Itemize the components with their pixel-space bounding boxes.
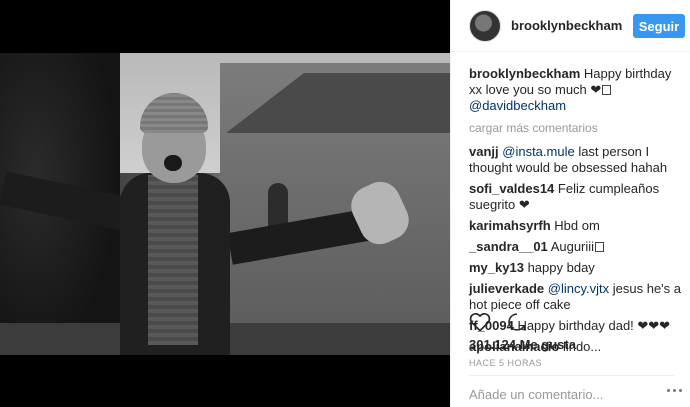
post-timestamp: HACE 5 HORAS — [469, 358, 543, 368]
comment-username[interactable]: sofi_valdes14 — [469, 181, 554, 196]
comment-item: karimahsyrfh Hbd om — [469, 218, 684, 234]
comment-item: julieverkade @lincy.vjtx jesus he's a ho… — [469, 281, 684, 313]
divider — [469, 375, 674, 376]
comment-username[interactable]: karimahsyrfh — [469, 218, 551, 233]
caption: brooklynbeckham Happy birthday xx love y… — [469, 66, 684, 114]
comment-username[interactable]: _sandra__01 — [469, 239, 548, 254]
comment-item: my_ky13 happy bday — [469, 260, 684, 276]
follow-button[interactable]: Seguir — [633, 14, 685, 38]
caption-mention[interactable]: @davidbeckham — [469, 98, 566, 113]
comment-text: Auguriii — [550, 239, 595, 254]
comment-item: sofi_valdes14 Feliz cumpleaños suegrito … — [469, 181, 684, 213]
comment-mention[interactable]: @insta.mule — [502, 144, 574, 159]
comment-text: happy bday — [527, 260, 595, 275]
avatar[interactable] — [469, 9, 501, 42]
comment-mention[interactable]: @lincy.vjtx — [548, 281, 609, 296]
heart-icon[interactable] — [469, 312, 491, 332]
comment-username[interactable]: vanjj — [469, 144, 499, 159]
load-more-comments[interactable]: cargar más comentarios — [469, 120, 684, 136]
post-header: brooklynbeckham Seguir — [451, 0, 690, 52]
comment-username[interactable]: my_ky13 — [469, 260, 524, 275]
media-area — [0, 0, 450, 407]
emoji-icon — [602, 85, 612, 95]
header-username[interactable]: brooklynbeckham — [511, 18, 622, 33]
likes-count[interactable]: 301.124 Me gusta — [469, 337, 576, 352]
person-figure — [120, 93, 250, 355]
comment-icon[interactable] — [507, 312, 527, 332]
add-comment-input[interactable]: Añade un comentario... — [469, 387, 603, 402]
post-actions — [469, 312, 689, 332]
more-options-icon[interactable] — [667, 389, 682, 392]
comment-username[interactable]: julieverkade — [469, 281, 544, 296]
emoji-icon — [595, 242, 605, 252]
caption-username[interactable]: brooklynbeckham — [469, 66, 580, 81]
post-photo[interactable] — [0, 53, 450, 355]
comment-item: _sandra__01 Auguriii — [469, 239, 684, 255]
comment-text: Hbd om — [554, 218, 600, 233]
comment-item: vanjj @insta.mule last person I thought … — [469, 144, 684, 176]
post-panel: brooklynbeckham Seguir brooklynbeckham H… — [450, 0, 690, 407]
